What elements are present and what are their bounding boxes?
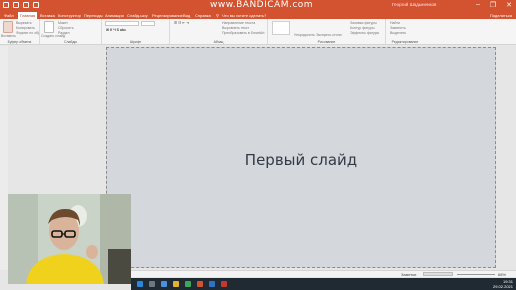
replace-button[interactable]: Заменить [390,26,406,30]
align-text-button[interactable]: Выровнять текст [222,26,249,30]
view-buttons[interactable] [423,272,453,276]
tab-insert[interactable]: Вставка [40,12,55,19]
shape-effects-button[interactable]: Эффекты фигуры [350,31,379,35]
zoom-level[interactable]: 68% [498,272,506,277]
group-drawing: Упорядочить Экспресс-стили Заливка фигур… [268,19,386,45]
quick-styles-button[interactable]: Экспресс-стили [316,33,342,37]
undo-icon[interactable] [13,2,19,8]
close-button[interactable]: ✕ [506,1,512,9]
ribbon: Вставить Вырезать Копировать Формат по о… [0,19,516,45]
tab-help[interactable]: Справка [195,12,211,19]
group-editing: Найти Заменить Выделить Редактирование [386,19,424,45]
bandicam-watermark: www.BANDICAM.com [210,0,314,10]
ribbon-tabs: Файл Главная Вставка Конструктор Переход… [0,12,516,19]
edge-icon[interactable] [161,281,167,287]
webcam-person-image [8,194,131,284]
find-button[interactable]: Найти [390,21,400,25]
maximize-button[interactable]: ❐ [490,1,496,9]
group-slides: Создать слайд Макет Сбросить Раздел Слай… [40,19,102,45]
arrange-button[interactable]: Упорядочить [294,33,315,37]
search-icon: ⚲ [216,13,219,18]
tab-transitions[interactable]: Переходы [84,12,103,19]
search-icon[interactable] [149,281,155,287]
group-font: Ж К Ч S abc Шрифт [102,19,170,45]
group-label-drawing: Рисование [317,40,336,44]
slide-thumbnail-pane[interactable] [0,46,8,270]
explorer-icon[interactable] [173,281,179,287]
start-slideshow-icon[interactable] [33,2,39,8]
copy-button[interactable]: Копировать [16,26,35,30]
shapes-gallery[interactable] [272,21,290,35]
font-size-dropdown[interactable] [141,21,155,26]
tab-animations[interactable]: Анимация [105,12,124,19]
group-label-editing: Редактирование [391,40,419,44]
smartart-button[interactable]: Преобразовать в SmartArt [222,31,264,35]
group-label-slides: Слайды [63,40,78,44]
text-direction-button[interactable]: Направление текста [222,21,255,25]
system-clock[interactable]: 19:31 29.02.2021 [493,279,513,289]
format-painter-button[interactable]: Формат по образцу [16,31,39,35]
slide-title[interactable]: Первый слайд [107,151,495,169]
account-name[interactable]: Георгий Шадыненков [392,2,436,7]
title-bar: www.BANDICAM.com Георгий Шадыненков – ❐ … [0,0,516,12]
slide-canvas[interactable]: Первый слайд [106,47,496,268]
paste-button[interactable]: Вставить [1,34,16,38]
reset-button[interactable]: Сбросить [58,26,74,30]
new-slide-icon[interactable] [44,21,54,33]
minimize-button[interactable]: – [476,1,480,9]
bandicam-icon[interactable] [221,281,227,287]
zoom-slider[interactable] [457,274,495,275]
tab-slideshow[interactable]: Слайд-шоу [127,12,148,19]
paste-icon[interactable] [3,21,13,33]
tab-design[interactable]: Конструктор [58,12,81,19]
tab-view[interactable]: Вид [183,12,190,19]
windows-taskbar: 19:31 29.02.2021 [131,278,516,290]
group-paragraph: ☰ ☷ ⇤ ⇥ Направление текста Выровнять тек… [170,19,268,45]
group-label-font: Шрифт [129,40,142,44]
start-icon[interactable] [137,281,143,287]
layout-button[interactable]: Макет [58,21,68,25]
powerpoint-icon[interactable] [197,281,203,287]
cut-button[interactable]: Вырезать [16,21,32,25]
quick-access-toolbar [3,2,39,8]
powerpoint-window: www.BANDICAM.com Георгий Шадыненков – ❐ … [0,0,516,290]
redo-icon[interactable] [23,2,29,8]
chrome-icon[interactable] [185,281,191,287]
group-clipboard: Вставить Вырезать Копировать Формат по о… [0,19,40,45]
group-label-paragraph: Абзац [213,40,224,44]
group-label-clipboard: Буфер обмена [7,40,32,44]
list-buttons[interactable]: ☰ ☷ ⇤ ⇥ [174,21,189,25]
clock-date: 29.02.2021 [492,284,513,289]
font-format-buttons[interactable]: Ж К Ч S abc [106,28,126,32]
font-name-dropdown[interactable] [105,21,139,26]
shape-outline-button[interactable]: Контур фигуры [350,26,374,30]
webcam-overlay [8,194,131,284]
window-controls: – ❐ ✕ [476,1,512,9]
section-button[interactable]: Раздел [58,31,70,35]
word-icon[interactable] [209,281,215,287]
tell-me-search[interactable]: Что вы хотите сделать? [222,12,266,19]
select-button[interactable]: Выделить [390,31,406,35]
status-bar: Заметки 68% [131,270,516,277]
notes-button[interactable]: Заметки [401,272,416,277]
tab-review[interactable]: Рецензирование [152,12,183,19]
tab-home[interactable]: Главная [18,12,38,19]
share-button[interactable]: Поделиться [490,13,512,18]
shape-fill-button[interactable]: Заливка фигуры [350,21,377,25]
save-icon[interactable] [3,2,9,8]
tab-file[interactable]: Файл [4,12,14,19]
